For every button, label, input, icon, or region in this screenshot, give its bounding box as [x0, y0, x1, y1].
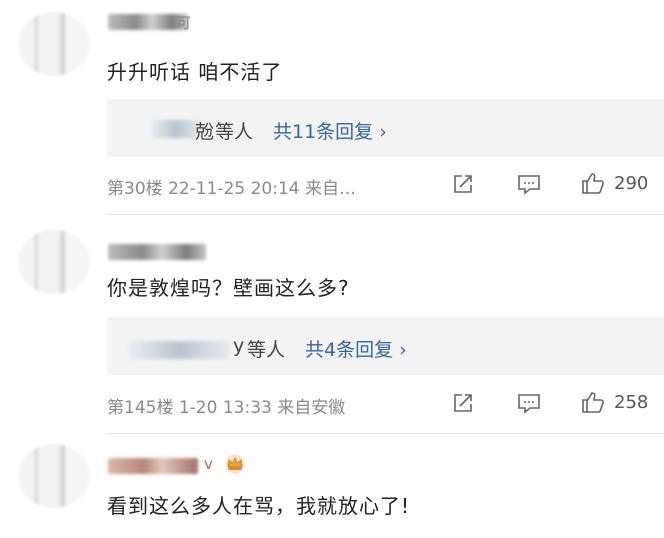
avatar[interactable]	[18, 444, 90, 508]
crown-badge-icon	[225, 454, 245, 474]
reply-user-tail: 兝	[195, 121, 215, 143]
share-icon	[454, 394, 472, 412]
like-count: 290	[614, 172, 649, 194]
divider	[107, 214, 664, 215]
username-blurred[interactable]	[108, 458, 198, 474]
avatar[interactable]	[18, 12, 90, 76]
share-button[interactable]	[451, 172, 475, 196]
reply-preview[interactable]: 兝 等人 共11条回复 ›	[107, 99, 664, 157]
comment-meta: 第145楼 1-20 13:33 来自安徽	[107, 398, 346, 418]
username-tail: 可	[176, 14, 192, 32]
reply-user-blurred	[129, 341, 229, 359]
reply-user-blurred	[151, 120, 201, 138]
thumbs-up-icon	[582, 392, 604, 413]
reply-preview[interactable]: y 等人 共4条回复 ›	[107, 317, 664, 375]
like-button[interactable]: 290	[580, 170, 648, 196]
share-button[interactable]	[451, 391, 475, 415]
username-blurred[interactable]	[108, 244, 206, 260]
username-tail: v	[204, 455, 213, 473]
comment-meta: 第30楼 22-11-25 20:14 来自…	[107, 179, 356, 199]
view-replies-link[interactable]: 共11条回复 ›	[273, 117, 387, 144]
reply-suffix: 等人	[215, 121, 254, 143]
comment-text: 看到这么多人在骂，我就放心了!	[107, 494, 411, 518]
like-count: 258	[614, 391, 649, 413]
thumbs-up-icon	[582, 173, 604, 194]
reply-user-tail: y	[233, 335, 245, 357]
comment-text: 升升听话 咱不活了	[107, 60, 283, 84]
comment-icon	[518, 394, 540, 414]
avatar[interactable]	[18, 230, 90, 294]
like-button[interactable]: 258	[580, 389, 648, 415]
comment-text: 你是敦煌吗？壁画这么多?	[107, 276, 350, 300]
comment-button[interactable]	[516, 391, 542, 415]
comment-icon	[518, 175, 540, 195]
share-icon	[454, 175, 472, 193]
view-replies-link[interactable]: 共4条回复 ›	[305, 335, 407, 362]
divider	[107, 433, 664, 434]
comment-button[interactable]	[516, 172, 542, 196]
reply-suffix: 等人	[247, 339, 286, 361]
